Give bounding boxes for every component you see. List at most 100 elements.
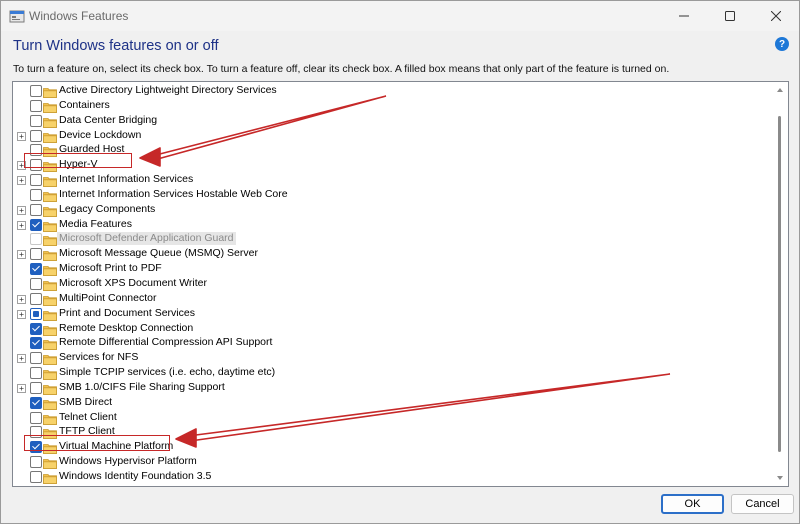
feature-row[interactable]: Remote Differential Compression API Supp… (13, 336, 772, 351)
expand-plus-icon[interactable]: + (17, 250, 26, 260)
expand-plus-icon[interactable]: + (17, 383, 26, 393)
feature-label: Legacy Components (59, 202, 156, 215)
feature-label: Microsoft Defender Application Guard (57, 232, 236, 246)
feature-label: Telnet Client (59, 410, 117, 423)
expand-plus-icon[interactable]: + (17, 176, 26, 186)
ok-button[interactable]: OK (661, 494, 724, 514)
feature-checkbox[interactable] (30, 411, 42, 424)
instruction-text: To turn a feature on, select its check b… (13, 63, 670, 75)
feature-row[interactable]: Data Center Bridging (13, 114, 772, 129)
feature-checkbox[interactable] (30, 203, 42, 216)
feature-row[interactable]: + Internet Information Services (13, 173, 772, 188)
feature-checkbox[interactable] (30, 322, 42, 335)
expand-plus-icon[interactable]: + (17, 294, 26, 304)
feature-label: Active Directory Lightweight Directory S… (59, 84, 277, 96)
folder-icon (43, 412, 57, 425)
feature-row[interactable]: +Windows PowerShell 2.0 (13, 485, 772, 487)
feature-row[interactable]: Windows Hypervisor Platform (13, 455, 772, 470)
folder-icon (43, 263, 57, 277)
feature-checkbox[interactable] (30, 367, 42, 380)
folder-icon (43, 100, 57, 113)
feature-label: Microsoft Print to PDF (59, 262, 162, 275)
feature-row[interactable]: Windows Identity Foundation 3.5 (13, 470, 772, 485)
folder-icon (43, 248, 57, 262)
feature-checkbox[interactable] (30, 470, 42, 483)
scroll-down-arrow-icon[interactable] (777, 476, 783, 480)
expand-plus-icon[interactable]: + (17, 220, 26, 230)
vertical-scrollbar[interactable] (772, 82, 788, 486)
feature-checkbox[interactable] (30, 188, 42, 201)
close-button[interactable] (753, 1, 799, 31)
feature-label: SMB Direct (59, 395, 113, 408)
expand-plus-icon[interactable]: + (17, 205, 26, 215)
dialog-heading: Turn Windows features on or off (13, 38, 219, 54)
feature-checkbox[interactable] (30, 114, 42, 127)
cancel-button[interactable]: Cancel (731, 494, 794, 514)
expand-plus-icon[interactable]: + (17, 354, 26, 364)
scroll-thumb[interactable] (778, 116, 781, 452)
feature-row[interactable]: Telnet Client (13, 411, 772, 426)
feature-row[interactable]: + Services for NFS (13, 351, 772, 366)
feature-checkbox[interactable] (30, 396, 42, 409)
feature-label: MultiPoint Connector (59, 291, 157, 304)
feature-checkbox[interactable] (30, 129, 42, 142)
feature-row[interactable]: + SMB 1.0/CIFS File Sharing Support (13, 381, 772, 396)
folder-icon (43, 189, 57, 202)
expand-plus-icon[interactable]: + (17, 131, 26, 141)
feature-row[interactable]: + Microsoft Message Queue (MSMQ) Server (13, 247, 772, 262)
feature-label: Data Center Bridging (59, 113, 158, 126)
feature-label: Internet Information Services Hostable W… (59, 187, 288, 200)
feature-row[interactable]: + MultiPoint Connector (13, 292, 772, 307)
close-icon (771, 11, 781, 21)
feature-label: Microsoft Message Queue (MSMQ) Server (59, 247, 258, 260)
minimize-icon (679, 15, 689, 17)
feature-row[interactable]: Remote Desktop Connection (13, 322, 772, 337)
feature-checkbox[interactable] (30, 307, 42, 320)
feature-checkbox[interactable] (30, 381, 42, 394)
feature-row[interactable]: + Device Lockdown (13, 129, 772, 144)
feature-checkbox[interactable] (30, 263, 42, 276)
feature-row[interactable]: Microsoft XPS Document Writer (13, 277, 772, 292)
feature-checkbox[interactable] (30, 337, 42, 350)
expand-plus-icon[interactable]: + (17, 309, 26, 319)
feature-row[interactable]: Microsoft Defender Application Guard (13, 232, 772, 247)
folder-icon (43, 174, 57, 187)
help-icon[interactable]: ? (775, 37, 789, 51)
feature-checkbox[interactable] (30, 292, 42, 305)
feature-checkbox[interactable] (30, 218, 42, 231)
feature-label: Simple TCPIP services (i.e. echo, daytim… (59, 366, 276, 379)
feature-checkbox[interactable] (30, 277, 42, 290)
feature-row[interactable]: + Print and Document Services (13, 307, 772, 322)
feature-checkbox[interactable] (30, 174, 42, 187)
feature-label: Internet Information Services (59, 173, 194, 186)
maximize-button[interactable] (707, 1, 753, 31)
feature-label: Containers (59, 98, 110, 111)
feature-checkbox[interactable] (30, 85, 42, 97)
folder-icon (43, 308, 57, 321)
feature-row[interactable]: SMB Direct (13, 396, 772, 411)
feature-label: Windows PowerShell 2.0 (59, 485, 175, 486)
feature-row[interactable]: + Legacy Components (13, 203, 772, 218)
feature-checkbox[interactable] (30, 352, 42, 365)
feature-row[interactable]: Simple TCPIP services (i.e. echo, daytim… (13, 366, 772, 381)
scroll-up-arrow-icon[interactable] (777, 88, 783, 92)
folder-icon (43, 233, 57, 247)
feature-checkbox[interactable] (30, 99, 42, 112)
maximize-icon (725, 11, 735, 21)
feature-checkbox[interactable] (30, 456, 42, 469)
folder-icon (43, 293, 57, 306)
feature-label: Microsoft XPS Document Writer (59, 276, 208, 289)
feature-checkbox[interactable] (30, 485, 42, 486)
feature-row[interactable]: Containers (13, 99, 772, 114)
feature-checkbox[interactable] (30, 248, 42, 261)
minimize-button[interactable] (661, 1, 707, 31)
feature-row[interactable]: Active Directory Lightweight Directory S… (13, 84, 772, 99)
features-tree[interactable]: Active Directory Lightweight Directory S… (12, 81, 789, 487)
feature-row[interactable]: + Media Features (13, 218, 772, 233)
feature-label: Device Lockdown (59, 128, 142, 141)
feature-label: Windows Hypervisor Platform (59, 455, 197, 468)
folder-icon (43, 486, 57, 487)
feature-row[interactable]: Internet Information Services Hostable W… (13, 188, 772, 203)
feature-label: Windows Identity Foundation 3.5 (59, 469, 212, 482)
feature-row[interactable]: Microsoft Print to PDF (13, 262, 772, 277)
